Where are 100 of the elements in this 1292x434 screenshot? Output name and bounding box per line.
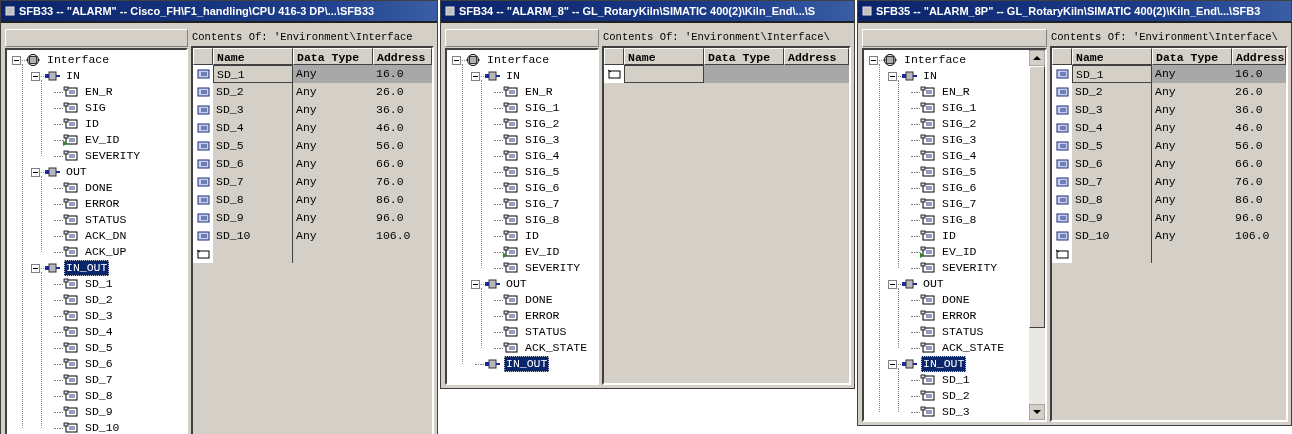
table-cell[interactable]: SD_8	[1072, 191, 1152, 209]
collapse-icon[interactable]	[888, 71, 897, 81]
tree-item[interactable]: SD_5	[83, 340, 115, 356]
table-cell[interactable]: SD_5	[213, 137, 293, 155]
collapse-icon[interactable]	[31, 167, 40, 177]
table-cell[interactable]: SD_5	[1072, 137, 1152, 155]
tree-item[interactable]: IN	[64, 68, 82, 84]
collapse-icon[interactable]	[31, 263, 40, 273]
tree-item[interactable]: SIG	[83, 100, 108, 116]
tree-item[interactable]: EV_ID	[523, 244, 562, 260]
tree-item[interactable]: ACK_STATE	[523, 340, 590, 356]
tree-item[interactable]: SD_1	[83, 276, 115, 292]
tree-item[interactable]: ACK_UP	[83, 244, 129, 260]
tree-item[interactable]: SD_4	[83, 324, 115, 340]
tree-item[interactable]: SIG_2	[940, 116, 979, 132]
tree-item[interactable]: IN_OUT	[504, 356, 550, 372]
scroll-up-icon[interactable]	[1029, 50, 1045, 66]
tree-item[interactable]: SIG_3	[940, 132, 979, 148]
table-cell[interactable]: SD_6	[213, 155, 293, 173]
tree-item[interactable]: EN_R	[83, 84, 115, 100]
tree-item[interactable]: SD_6	[83, 356, 115, 372]
table-cell[interactable]: SD_7	[1072, 173, 1152, 191]
tree-item[interactable]: SD_7	[83, 372, 115, 388]
tree-item[interactable]: IN	[504, 68, 522, 84]
tree-item[interactable]: SIG_6	[940, 180, 979, 196]
tree-item[interactable]: SIG_3	[523, 132, 562, 148]
tree-item[interactable]: SD_2	[940, 388, 972, 404]
table-cell[interactable]: SD_1	[1072, 65, 1152, 83]
scroll-down-icon[interactable]	[1029, 404, 1045, 420]
tree-item[interactable]: SIG_1	[940, 100, 979, 116]
table-cell[interactable]: SD_10	[1072, 227, 1152, 245]
tree-item[interactable]: STATUS	[523, 324, 569, 340]
tree-item[interactable]: ID	[523, 228, 541, 244]
table-cell[interactable]: SD_7	[213, 173, 293, 191]
tree-item[interactable]: SD_9	[83, 404, 115, 420]
tree-item[interactable]: SIG_8	[940, 212, 979, 228]
collapse-icon[interactable]	[471, 279, 480, 289]
tree-item[interactable]: ID	[83, 116, 101, 132]
tree-item[interactable]: ID	[940, 228, 958, 244]
tree-item[interactable]: SIG_4	[523, 148, 562, 164]
column-header[interactable]: Data Type	[1152, 48, 1232, 65]
column-header[interactable]: Name	[624, 48, 704, 65]
tree-item[interactable]: SIG_5	[940, 164, 979, 180]
table-cell[interactable]: SD_10	[213, 227, 293, 245]
tree-item[interactable]: Interface	[485, 52, 552, 68]
tree-item[interactable]: DONE	[523, 292, 555, 308]
tree-item[interactable]: EV_ID	[83, 132, 122, 148]
column-header[interactable]: Address	[373, 48, 432, 65]
tree-item[interactable]: Interface	[902, 52, 969, 68]
table-cell[interactable]: SD_1	[213, 65, 293, 83]
tree-item[interactable]: DONE	[83, 180, 115, 196]
tree-item[interactable]: OUT	[64, 164, 89, 180]
table-cell[interactable]: SD_3	[1072, 101, 1152, 119]
tree-item[interactable]: SIG_4	[940, 148, 979, 164]
tree-item[interactable]: ACK_DN	[83, 228, 129, 244]
collapse-icon[interactable]	[12, 55, 21, 65]
tree-item[interactable]: SD_3	[83, 308, 115, 324]
collapse-icon[interactable]	[452, 55, 461, 65]
table-cell[interactable]: SD_2	[213, 83, 293, 101]
tree-item[interactable]: ACK_STATE	[940, 340, 1007, 356]
tree-item[interactable]: SIG_8	[523, 212, 562, 228]
tree-item[interactable]: IN	[921, 68, 939, 84]
tree-item[interactable]: ERROR	[940, 308, 979, 324]
column-header[interactable]: Data Type	[293, 48, 373, 65]
collapse-icon[interactable]	[888, 359, 897, 369]
tree-item[interactable]: IN_OUT	[64, 260, 110, 276]
column-header[interactable]: Address	[1232, 48, 1286, 65]
tree-item[interactable]: OUT	[504, 276, 529, 292]
table-cell[interactable]: SD_9	[1072, 209, 1152, 227]
table-cell[interactable]: SD_4	[1072, 119, 1152, 137]
tree-item[interactable]: STATUS	[83, 212, 129, 228]
column-header[interactable]: Name	[213, 48, 293, 65]
table-cell[interactable]: SD_4	[213, 119, 293, 137]
tree-item[interactable]: SD_8	[83, 388, 115, 404]
tree-item[interactable]: SIG_7	[940, 196, 979, 212]
table-cell[interactable]: SD_2	[1072, 83, 1152, 101]
tree-item[interactable]: SD_2	[83, 292, 115, 308]
column-header[interactable]: Name	[1072, 48, 1152, 65]
tree-item[interactable]: STATUS	[940, 324, 986, 340]
table-cell[interactable]: SD_9	[213, 209, 293, 227]
column-header[interactable]: Address	[784, 48, 849, 65]
table-cell[interactable]: SD_8	[213, 191, 293, 209]
collapse-icon[interactable]	[869, 55, 878, 65]
collapse-icon[interactable]	[888, 279, 897, 289]
tree-item[interactable]: SIG_7	[523, 196, 562, 212]
tree-item[interactable]: SIG_1	[523, 100, 562, 116]
tree-item[interactable]: SIG_2	[523, 116, 562, 132]
tree-item[interactable]: EN_R	[940, 84, 972, 100]
collapse-icon[interactable]	[471, 71, 480, 81]
tree-item[interactable]: SIG_6	[523, 180, 562, 196]
table-cell[interactable]: SD_6	[1072, 155, 1152, 173]
tree-item[interactable]: SD_10	[83, 420, 122, 434]
tree-item[interactable]: DONE	[940, 292, 972, 308]
table-cell[interactable]: SD_3	[213, 101, 293, 119]
tree-item[interactable]: IN_OUT	[921, 356, 967, 372]
tree-item[interactable]: Interface	[45, 52, 112, 68]
tree-item[interactable]: SD_3	[940, 404, 972, 420]
tree-item[interactable]: EV_ID	[940, 244, 979, 260]
tree-item[interactable]: ERROR	[83, 196, 122, 212]
tree-item[interactable]: SEVERITY	[940, 260, 1000, 276]
